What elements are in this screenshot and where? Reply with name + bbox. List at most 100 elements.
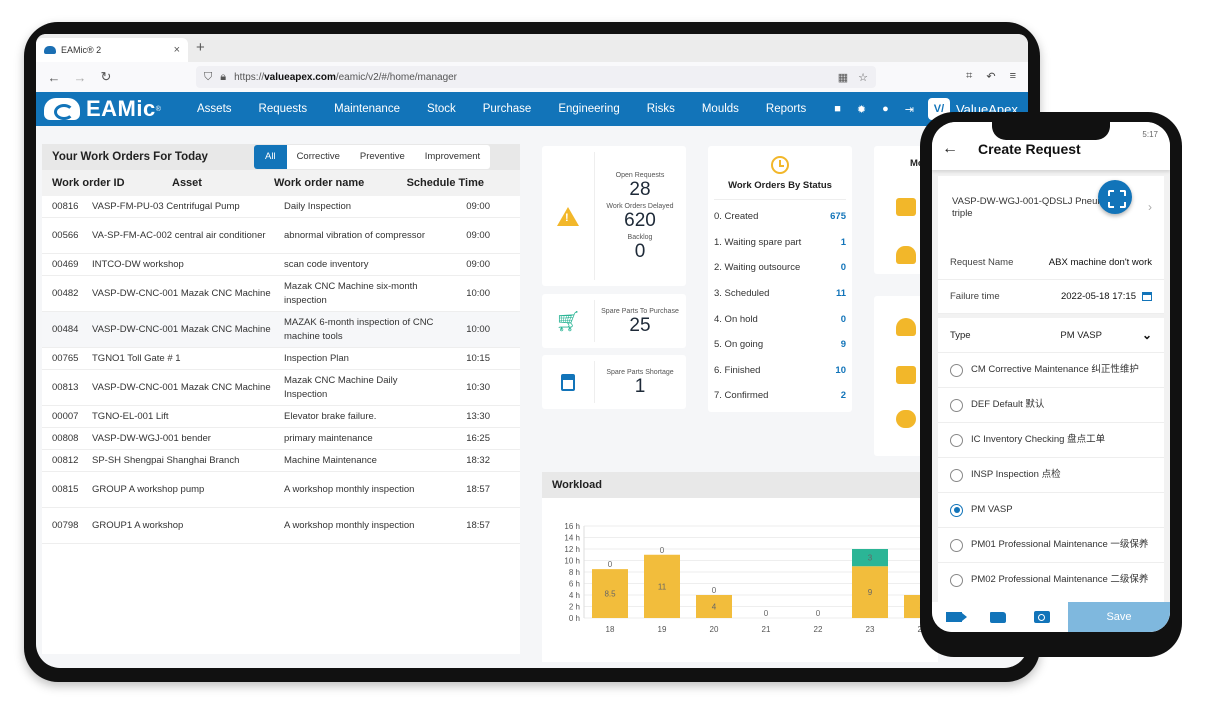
status-row[interactable]: 2. Waiting outsource 0 [708,255,852,281]
status-row[interactable]: 1. Waiting spare part 1 [708,230,852,256]
calendar-icon[interactable] [1142,291,1152,301]
status-row[interactable]: 0. Created 675 [708,204,852,230]
table-row[interactable]: 00484 VASP-DW-CNC-001 Mazak CNC Machine MA… [42,312,520,348]
logout-icon[interactable]: ⇥ [905,103,914,116]
col-asset[interactable]: Asset [142,177,274,189]
close-tab-icon[interactable]: × [174,44,180,56]
table-row[interactable]: 00469 INTCO-DW workshop scan code inventor… [42,254,520,276]
back-arrow-icon[interactable]: ← [942,140,958,158]
forward-icon[interactable]: → [72,70,88,85]
gear-icon[interactable]: ✹ [857,103,866,116]
scan-qr-button[interactable] [1098,180,1132,214]
back-icon[interactable]: ← [46,70,62,85]
table-row[interactable]: 00566 VA-SP-FM-AC-002 central air conditi… [42,218,520,254]
radio-button[interactable] [950,398,963,412]
qr-code-icon[interactable]: ▦ [838,71,848,84]
filter-corrective[interactable]: Corrective [287,145,350,169]
filter-preventive[interactable]: Preventive [350,145,415,169]
browser-tab[interactable]: EAMic® 2 × [36,38,188,62]
request-fields: Request Name ABX machine don't work Fail… [938,246,1164,314]
calculator-icon [561,373,575,391]
status-row[interactable]: 3. Scheduled 11 [708,281,852,307]
radio-button[interactable] [950,573,963,587]
chat-icon[interactable]: ■ [834,103,841,116]
status-card: Work Orders By Status 0. Created 675 1. Wa… [708,146,852,412]
status-row[interactable]: 4. On hold 0 [708,306,852,332]
nav-reports[interactable]: Reports [753,103,820,115]
shortage-value[interactable]: 1 [635,376,646,398]
status-count[interactable]: 2 [841,390,846,401]
table-row[interactable]: 00815 GROUP A workshop pump A workshop mon… [42,472,520,508]
work-order-id: 00482 [52,288,79,299]
radio-button[interactable] [950,468,963,482]
status-count[interactable]: 675 [830,211,846,222]
request-name-field[interactable]: Request Name ABX machine don't work [938,246,1164,280]
table-row[interactable]: 00765 TGNO1 Toll Gate # 1 Inspection Plan 1… [42,348,520,370]
tab-bar: EAMic® 2 × + [36,34,1028,62]
status-count[interactable]: 11 [836,288,846,299]
type-option[interactable]: DEF Default 默认 [938,387,1164,422]
status-row[interactable]: 7. Confirmed 2 [708,383,852,409]
col-name[interactable]: Work order name [274,176,394,190]
col-time[interactable]: Schedule Time [394,177,484,189]
nav-maintenance[interactable]: Maintenance [321,103,414,115]
col-id[interactable]: Work order ID [42,177,142,189]
open-requests-value[interactable]: 28 [629,179,650,201]
eamic-logo[interactable]: EAMic ® [44,96,184,122]
nav-stock[interactable]: Stock [414,103,470,115]
type-option[interactable]: CM Corrective Maintenance 纠正性维护 [938,352,1164,387]
radio-button[interactable] [950,433,963,447]
status-count[interactable]: 9 [841,339,846,350]
folder-icon[interactable] [990,611,1006,623]
type-select[interactable]: Type PM VASP ⌄ [938,318,1164,352]
radio-button[interactable] [950,363,963,377]
menu-icon[interactable]: ≡ [1010,70,1016,83]
table-row[interactable]: 00813 VASP-DW-CNC-001 Mazak CNC Machine Ma… [42,370,520,406]
camera-icon[interactable] [1034,611,1050,623]
nav-moulds[interactable]: Moulds [689,103,753,115]
table-row[interactable]: 00816 VASP-FM-PU-03 Centrifugal Pump Daily… [42,196,520,218]
status-row[interactable]: 5. On going 9 [708,332,852,358]
table-row[interactable]: 00007 TGNO-EL-001 Lift Elevator brake fail… [42,406,520,428]
filter-all[interactable]: All [254,145,287,169]
main-menu: Assets Requests Maintenance Stock Purcha… [184,103,820,115]
nav-assets[interactable]: Assets [184,103,246,115]
radio-button[interactable] [950,503,963,517]
table-row[interactable]: 00808 VASP-DW-WGJ-001 bender primary maint… [42,428,520,450]
type-option[interactable]: INSP Inspection 点检 [938,457,1164,492]
video-icon[interactable] [946,612,967,622]
type-option[interactable]: PM01 Professional Maintenance 一级保养 [938,527,1164,562]
table-row[interactable]: 00482 VASP-DW-CNC-001 Mazak CNC Machine Ma… [42,276,520,312]
nav-purchase[interactable]: Purchase [470,103,546,115]
status-count[interactable]: 0 [841,314,846,325]
reload-icon[interactable]: ↻ [98,69,114,85]
url-field[interactable]: ⛉ 🔒︎ https://valueapex.com/eamic/v2/#/ho… [196,66,876,88]
filter-improvement[interactable]: Improvement [415,145,490,169]
backlog-value[interactable]: 0 [635,241,646,263]
work-order-time: 16:25 [466,433,490,444]
undo-icon[interactable]: ↶ [986,70,995,83]
table-row[interactable]: 00812 SP-SH Shengpai Shanghai Branch Machi… [42,450,520,472]
new-tab-button[interactable]: + [196,39,205,56]
failure-time-field[interactable]: Failure time 2022-05-18 17:15 [938,280,1164,314]
bookmark-star-icon[interactable]: ☆ [858,71,868,84]
delayed-value[interactable]: 620 [624,210,656,232]
user-icon[interactable]: ● [882,103,889,116]
table-row[interactable]: 00798 GROUP1 A workshop A workshop monthly… [42,508,520,544]
asset-selector[interactable]: VASP-DW-WGJ-001-QDSLJ Pneum triple › [938,176,1164,246]
crop-icon[interactable]: ⌗ [966,70,972,83]
nav-engineering[interactable]: Engineering [545,103,633,115]
radio-button[interactable] [950,538,963,552]
to-purchase-value[interactable]: 25 [629,315,650,337]
status-count[interactable]: 1 [841,237,846,248]
x-tick-label: 18 [606,625,615,634]
type-option[interactable]: PM VASP [938,492,1164,527]
type-option[interactable]: PM02 Professional Maintenance 二级保养 [938,562,1164,597]
nav-requests[interactable]: Requests [246,103,322,115]
status-row[interactable]: 6. Finished 10 [708,358,852,384]
type-option[interactable]: IC Inventory Checking 盘点工单 [938,422,1164,457]
nav-risks[interactable]: Risks [634,103,689,115]
status-count[interactable]: 10 [835,365,846,376]
status-count[interactable]: 0 [841,262,846,273]
save-button[interactable]: Save [1068,602,1170,632]
